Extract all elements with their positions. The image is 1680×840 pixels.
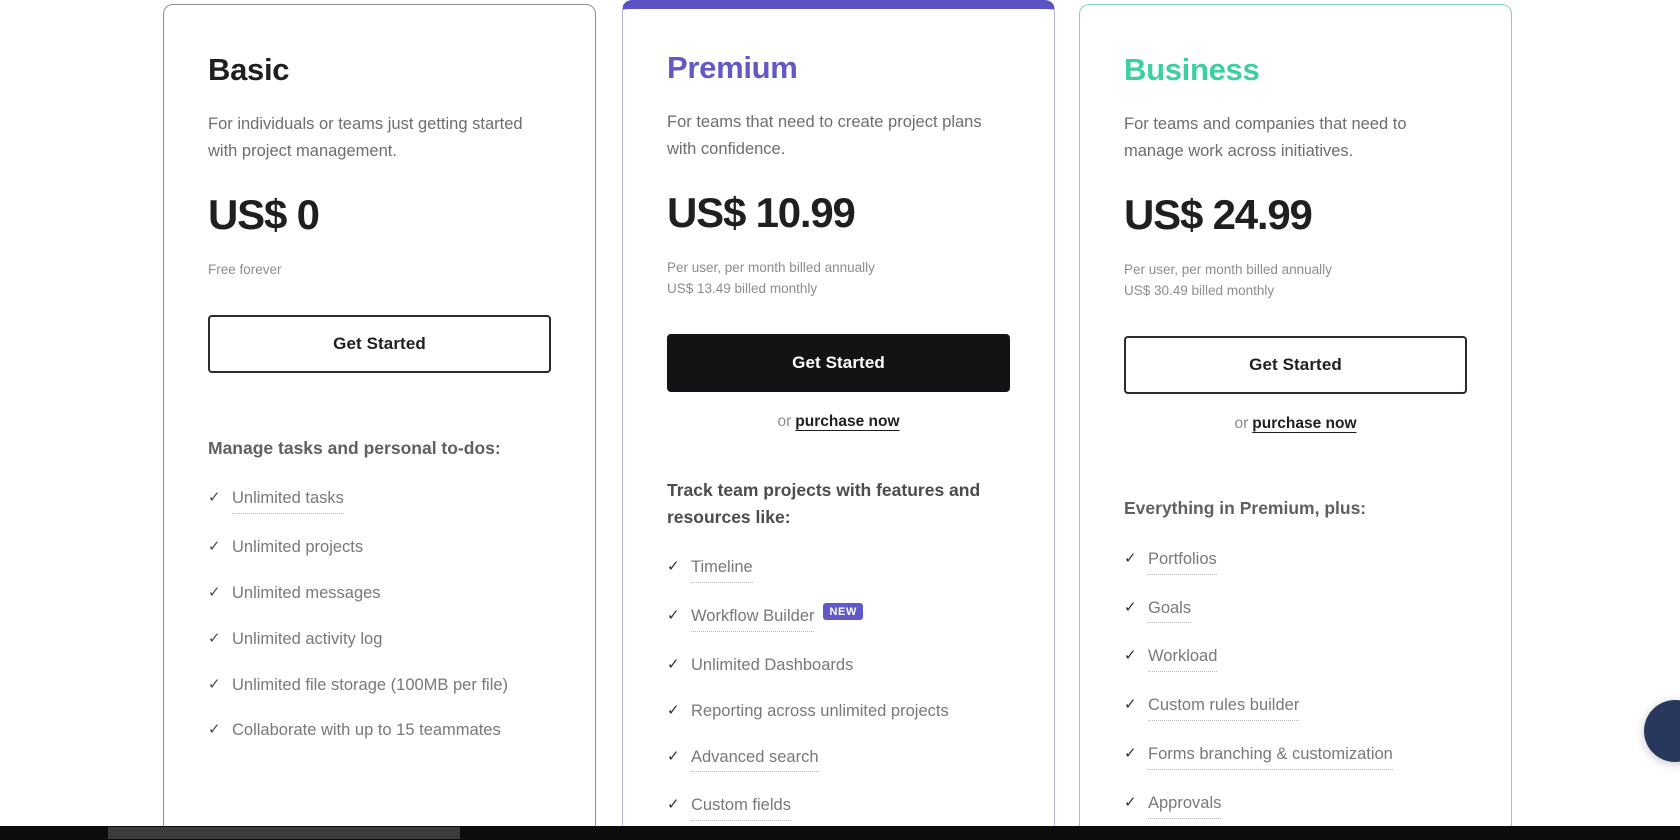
feature-label: Reporting across unlimited projects <box>691 701 949 720</box>
feature-label[interactable]: Forms branching & customization <box>1148 743 1393 771</box>
feature-label[interactable]: Custom fields <box>691 794 791 822</box>
check-icon: ✓ <box>208 537 221 555</box>
get-started-button-basic[interactable]: Get Started <box>208 314 551 373</box>
purchase-prefix: or <box>1234 415 1249 433</box>
check-icon: ✓ <box>1124 696 1137 714</box>
list-item: ✓ Unlimited messages <box>208 582 551 606</box>
feature-label[interactable]: Unlimited tasks <box>232 487 344 514</box>
feature-label[interactable]: Custom rules builder <box>1148 694 1300 722</box>
list-item: ✓ Advanced search <box>667 746 1010 773</box>
plan-billing-secondary-premium: US$ 13.49 billed monthly <box>667 281 818 297</box>
check-icon: ✓ <box>208 721 221 739</box>
chat-bubble-icon[interactable] <box>1644 700 1680 762</box>
feature-label: Unlimited projects <box>232 537 364 556</box>
check-icon: ✓ <box>1124 794 1137 812</box>
list-item: ✓ Portfolios <box>1124 548 1467 575</box>
check-icon: ✓ <box>1124 647 1137 665</box>
feature-label: Unlimited activity log <box>232 629 383 648</box>
feature-label[interactable]: Workflow Builder <box>691 605 815 632</box>
pricing-card-premium: Premium For teams that need to create pr… <box>622 0 1055 840</box>
feature-label[interactable]: Portfolios <box>1148 548 1217 575</box>
check-icon: ✓ <box>208 583 221 601</box>
list-item: ✓ Unlimited tasks <box>208 487 551 514</box>
check-icon: ✓ <box>667 606 680 624</box>
list-item: ✓ Workload <box>1124 645 1467 673</box>
features-heading-business: Everything in Premium, plus: <box>1124 498 1367 519</box>
plan-name-basic: Basic <box>208 52 290 87</box>
plan-price-basic: US$ 0 <box>208 190 320 238</box>
list-item: ✓ Unlimited projects <box>208 536 551 560</box>
plan-price-business: US$ 24.99 <box>1124 190 1313 238</box>
plan-price-premium: US$ 10.99 <box>667 188 856 236</box>
check-icon: ✓ <box>208 488 221 506</box>
list-item: ✓ Unlimited Dashboards <box>667 654 1010 678</box>
list-item: ✓ Unlimited file storage (100MB per file… <box>208 674 551 698</box>
feature-label: Unlimited Dashboards <box>691 655 854 674</box>
feature-label: Unlimited file storage (100MB per file) <box>232 675 509 694</box>
list-item: ✓ Collaborate with up to 15 teammates <box>208 719 551 743</box>
check-icon: ✓ <box>667 747 680 765</box>
list-item: ✓ Forms branching & customization <box>1124 743 1467 771</box>
list-item: ✓ Workflow Builder NEW <box>667 602 1010 632</box>
plan-billing-secondary-business: US$ 30.49 billed monthly <box>1124 283 1275 299</box>
pricing-card-basic: Basic For individuals or teams just gett… <box>163 4 596 840</box>
list-item: ✓ Approvals <box>1124 792 1467 820</box>
plan-billing-primary-basic: Free forever <box>208 261 282 277</box>
purchase-now-link-premium[interactable]: purchase now <box>795 413 899 430</box>
check-icon: ✓ <box>667 796 680 814</box>
plan-billing-business: Per user, per month billed annually US$ … <box>1124 259 1467 303</box>
purchase-now-link-business[interactable]: purchase now <box>1252 415 1356 432</box>
list-item: ✓ Reporting across unlimited projects <box>667 700 1010 724</box>
feature-label[interactable]: Timeline <box>691 556 753 583</box>
pricing-page: Basic For individuals or teams just gett… <box>0 0 1680 840</box>
purchase-row-premium: or purchase now <box>667 413 1010 431</box>
feature-label[interactable]: Goals <box>1148 597 1192 624</box>
horizontal-scrollbar[interactable] <box>0 826 1680 840</box>
check-icon: ✓ <box>208 675 221 693</box>
purchase-row-business: or purchase now <box>1124 415 1467 433</box>
list-item: ✓ Unlimited activity log <box>208 628 551 652</box>
check-icon: ✓ <box>667 701 680 719</box>
plan-name-business: Business <box>1124 52 1260 87</box>
list-item: ✓ Custom fields <box>667 794 1010 822</box>
status-badge-new: NEW <box>823 602 863 620</box>
plan-description-business: For teams and companies that need to man… <box>1124 115 1407 160</box>
scrollbar-thumb[interactable] <box>108 827 460 839</box>
list-item: ✓ Goals <box>1124 597 1467 624</box>
feature-label: Unlimited messages <box>232 583 381 602</box>
list-item: ✓ Timeline <box>667 556 1010 583</box>
plan-name-premium: Premium <box>667 50 798 85</box>
pricing-card-rail: Basic For individuals or teams just gett… <box>0 0 1512 840</box>
check-icon: ✓ <box>667 557 680 575</box>
plan-billing-premium: Per user, per month billed annually US$ … <box>667 257 1010 301</box>
feature-label[interactable]: Workload <box>1148 645 1218 673</box>
plan-description-basic: For individuals or teams just getting st… <box>208 115 523 160</box>
get-started-button-business[interactable]: Get Started <box>1124 336 1467 395</box>
check-icon: ✓ <box>1124 598 1137 616</box>
features-heading-premium: Track team projects with features and re… <box>667 480 981 527</box>
pricing-card-business: Business For teams and companies that ne… <box>1079 4 1512 840</box>
list-item: ✓ Custom rules builder <box>1124 694 1467 722</box>
features-heading-basic: Manage tasks and personal to-dos: <box>208 437 501 458</box>
check-icon: ✓ <box>208 629 221 647</box>
feature-label[interactable]: Advanced search <box>691 746 819 773</box>
check-icon: ✓ <box>1124 549 1137 567</box>
plan-billing-basic: Free forever <box>208 259 551 281</box>
check-icon: ✓ <box>1124 745 1137 763</box>
plan-billing-primary-premium: Per user, per month billed annually <box>667 259 875 275</box>
get-started-button-premium[interactable]: Get Started <box>667 334 1010 393</box>
plan-billing-primary-business: Per user, per month billed annually <box>1124 261 1332 277</box>
feature-label: Collaborate with up to 15 teammates <box>232 721 501 740</box>
check-icon: ✓ <box>667 655 680 673</box>
purchase-prefix: or <box>777 413 792 431</box>
plan-description-premium: For teams that need to create project pl… <box>667 113 982 158</box>
feature-label[interactable]: Approvals <box>1148 792 1222 820</box>
